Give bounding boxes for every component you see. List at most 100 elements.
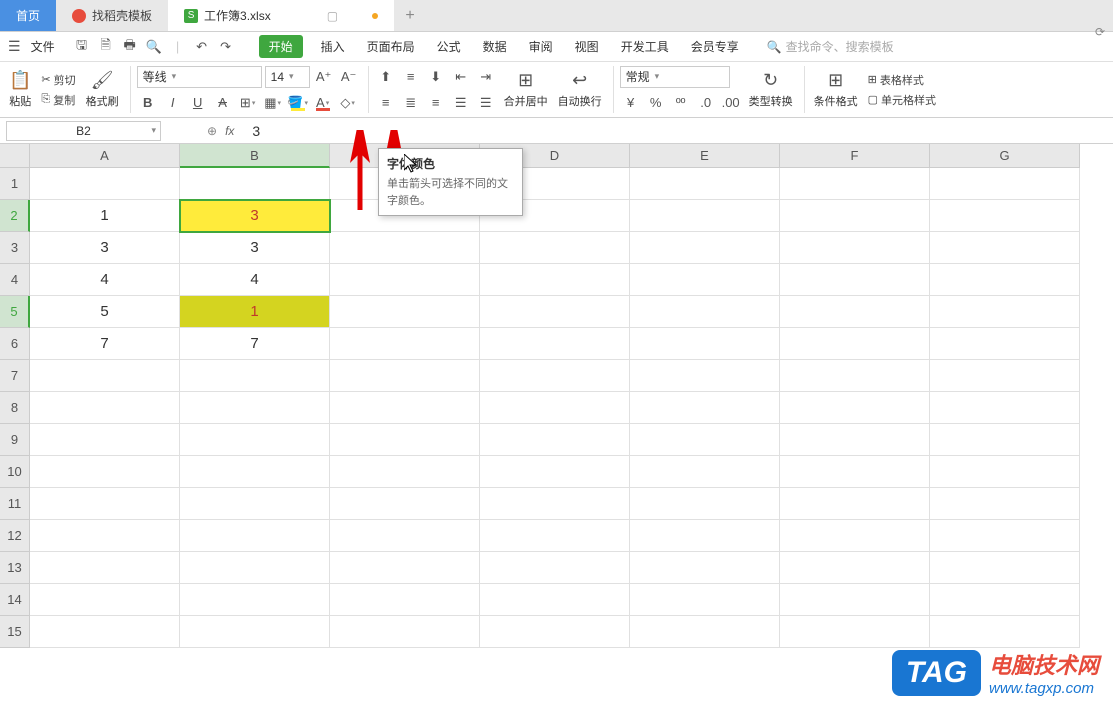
save-icon[interactable]: 🖫 [73, 38, 91, 56]
border-icon[interactable]: ⊞ [237, 92, 259, 114]
search-box[interactable]: 🔍 查找命令、搜索模板 [767, 38, 894, 55]
decrease-decimal-icon[interactable]: .0 [695, 92, 717, 114]
cell-F8[interactable] [780, 392, 930, 424]
cell-E4[interactable] [630, 264, 780, 296]
tab-add-button[interactable]: + [394, 0, 426, 31]
row-header-12[interactable]: 12 [0, 520, 30, 552]
ribbon-tab-vip[interactable]: 会员专享 [687, 36, 743, 57]
cell-C3[interactable] [330, 232, 480, 264]
cell-G1[interactable] [930, 168, 1080, 200]
cell-F10[interactable] [780, 456, 930, 488]
cell-F15[interactable] [780, 616, 930, 648]
conditional-format-button[interactable]: ⊞ 条件格式 [811, 70, 861, 109]
cell-C15[interactable] [330, 616, 480, 648]
cell-G5[interactable] [930, 296, 1080, 328]
file-menu[interactable]: 文件 [31, 38, 55, 55]
row-header-5[interactable]: 5 [0, 296, 30, 328]
cell-A6[interactable]: 7 [30, 328, 180, 360]
name-box[interactable]: B2 [6, 121, 161, 141]
paste-button[interactable]: 📋 粘贴 [6, 70, 34, 109]
cut-button[interactable]: ✂剪切 [38, 71, 78, 89]
cell-E8[interactable] [630, 392, 780, 424]
table-style-button[interactable]: ⊞表格样式 [865, 71, 939, 89]
col-header-G[interactable]: G [930, 144, 1080, 168]
cell-D14[interactable] [480, 584, 630, 616]
cell-C10[interactable] [330, 456, 480, 488]
row-header-8[interactable]: 8 [0, 392, 30, 424]
cell-D3[interactable] [480, 232, 630, 264]
distribute-icon[interactable]: ☰ [475, 92, 497, 114]
cell-A14[interactable] [30, 584, 180, 616]
ribbon-tab-start[interactable]: 开始 [259, 35, 303, 58]
row-header-15[interactable]: 15 [0, 616, 30, 648]
ribbon-tab-dev[interactable]: 开发工具 [617, 36, 673, 57]
ribbon-tab-insert[interactable]: 插入 [317, 36, 349, 57]
print-icon[interactable]: 🖶 [121, 38, 139, 56]
cell-D10[interactable] [480, 456, 630, 488]
fill-color-button[interactable]: 🪣 [287, 92, 309, 114]
col-header-F[interactable]: F [780, 144, 930, 168]
cell-E12[interactable] [630, 520, 780, 552]
cell-B3[interactable]: 3 [180, 232, 330, 264]
cell-F6[interactable] [780, 328, 930, 360]
cell-G4[interactable] [930, 264, 1080, 296]
copy-button[interactable]: ⎘复制 [38, 91, 78, 109]
cell-A10[interactable] [30, 456, 180, 488]
tab-home[interactable]: 首页 [0, 0, 56, 31]
align-top-icon[interactable]: ⬆ [375, 66, 397, 88]
cell-G10[interactable] [930, 456, 1080, 488]
decrease-font-icon[interactable]: A⁻ [338, 66, 360, 88]
cell-D11[interactable] [480, 488, 630, 520]
zoom-icon[interactable]: ⊕ [207, 124, 217, 138]
formula-input[interactable]: 3 [242, 123, 260, 139]
col-header-E[interactable]: E [630, 144, 780, 168]
cell-C9[interactable] [330, 424, 480, 456]
font-select[interactable]: 等线 [137, 66, 262, 88]
cell-B8[interactable] [180, 392, 330, 424]
cell-B4[interactable]: 4 [180, 264, 330, 296]
cell-B5[interactable]: 1 [180, 296, 330, 328]
cell-G6[interactable] [930, 328, 1080, 360]
cell-B9[interactable] [180, 424, 330, 456]
cell-A3[interactable]: 3 [30, 232, 180, 264]
row-header-10[interactable]: 10 [0, 456, 30, 488]
select-all-corner[interactable] [0, 144, 30, 168]
cell-C6[interactable] [330, 328, 480, 360]
cell-E9[interactable] [630, 424, 780, 456]
strikethrough-icon[interactable]: A [212, 92, 234, 114]
cell-A12[interactable] [30, 520, 180, 552]
clear-format-icon[interactable]: ◇ [337, 92, 359, 114]
cell-A4[interactable]: 4 [30, 264, 180, 296]
format-painter-button[interactable]: 🖌 格式刷 [83, 70, 122, 109]
currency-icon[interactable]: ¥ [620, 92, 642, 114]
hamburger-icon[interactable]: ☰ [8, 38, 21, 55]
cell-F3[interactable] [780, 232, 930, 264]
cell-G8[interactable] [930, 392, 1080, 424]
row-header-3[interactable]: 3 [0, 232, 30, 264]
cell-B11[interactable] [180, 488, 330, 520]
cell-A13[interactable] [30, 552, 180, 584]
cell-C8[interactable] [330, 392, 480, 424]
cell-C11[interactable] [330, 488, 480, 520]
cell-B10[interactable] [180, 456, 330, 488]
cell-E11[interactable] [630, 488, 780, 520]
cell-style-button[interactable]: ▢单元格样式 [865, 91, 939, 109]
cell-D12[interactable] [480, 520, 630, 552]
percent-icon[interactable]: % [645, 92, 667, 114]
cell-E15[interactable] [630, 616, 780, 648]
cell-D13[interactable] [480, 552, 630, 584]
tab-template[interactable]: 找稻壳模板 [56, 0, 168, 31]
cell-fill-icon[interactable]: ▦ [262, 92, 284, 114]
cell-D7[interactable] [480, 360, 630, 392]
font-size-select[interactable]: 14 [265, 66, 310, 88]
type-convert-button[interactable]: ↻ 类型转换 [746, 70, 796, 109]
justify-icon[interactable]: ☰ [450, 92, 472, 114]
cell-A11[interactable] [30, 488, 180, 520]
font-color-button[interactable]: A [312, 92, 334, 114]
cell-F11[interactable] [780, 488, 930, 520]
cell-C4[interactable] [330, 264, 480, 296]
merge-center-button[interactable]: ⊞ 合并居中 [501, 70, 551, 109]
cell-G12[interactable] [930, 520, 1080, 552]
cell-B7[interactable] [180, 360, 330, 392]
cell-B12[interactable] [180, 520, 330, 552]
